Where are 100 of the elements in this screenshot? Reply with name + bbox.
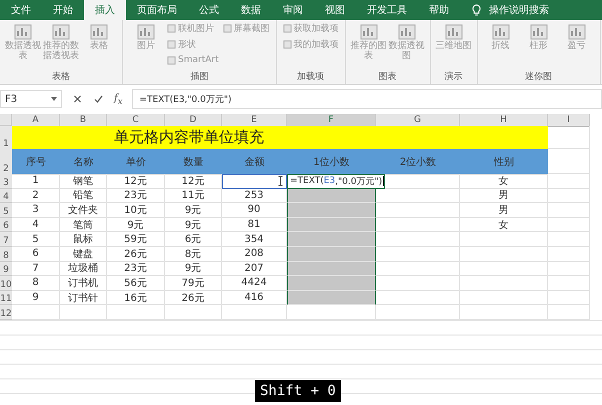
checkmark-icon[interactable] — [93, 94, 104, 104]
empty-cell — [548, 188, 590, 204]
table-cell: 23元 — [107, 262, 165, 276]
row-header[interactable]: 11 — [0, 290, 12, 306]
table-cell: 2 — [12, 188, 60, 204]
name-box[interactable]: F3 — [0, 90, 62, 108]
table-cell: 79元 — [165, 276, 222, 291]
ribbon-tab[interactable]: 开始 — [42, 0, 84, 20]
square-icon — [282, 24, 292, 32]
square-icon — [222, 24, 232, 32]
column-heading: 性别 — [460, 149, 548, 175]
formula-input[interactable]: =TEXT(E3,"0.0万元") — [132, 89, 602, 109]
row-header[interactable]: 2 — [0, 149, 12, 175]
selected-cell[interactable] — [287, 188, 376, 204]
dropdown-arrow-icon[interactable] — [51, 97, 57, 101]
empty-cell — [548, 203, 590, 218]
ribbon-tab[interactable]: 审阅 — [272, 0, 314, 20]
table-cell: 10元 — [107, 203, 165, 218]
row-header[interactable]: 7 — [0, 232, 12, 247]
square-icon — [282, 40, 292, 48]
editing-cell[interactable]: =TEXT(E3,"0.0万元") — [287, 174, 386, 189]
table-cell: 8元 — [165, 246, 222, 262]
column-header[interactable]: I — [548, 114, 590, 127]
selected-cell[interactable] — [287, 203, 376, 218]
table-cell: 9元 — [107, 218, 165, 232]
ribbon-group-label: 插图 — [189, 70, 210, 82]
tell-me-search[interactable]: 操作说明搜索 — [489, 3, 549, 17]
ribbon-group-label: 图表 — [378, 70, 398, 82]
row-header[interactable]: 6 — [0, 218, 12, 232]
table-cell: 11元 — [165, 188, 222, 204]
ribbon-tab[interactable]: 插入 — [84, 0, 126, 20]
table-cell: 女 — [460, 174, 548, 189]
row-header[interactable]: 8 — [0, 246, 12, 262]
ribbon-group-label: 加载项 — [296, 70, 326, 82]
table-cell: 3 — [12, 203, 60, 218]
table-cell: 12元 — [165, 174, 222, 189]
empty-cell — [222, 305, 287, 320]
column-header[interactable]: H — [460, 114, 548, 127]
table-cell: 男 — [460, 203, 548, 218]
table-cell: 垃圾桶 — [60, 262, 107, 276]
table-cell: 铅笔 — [60, 188, 107, 204]
empty-cell — [548, 290, 590, 306]
table-cell: 7 — [12, 262, 60, 276]
row-header[interactable]: 9 — [0, 262, 12, 276]
table-cell: 6 — [12, 246, 60, 262]
row-header[interactable]: 12 — [0, 305, 12, 320]
ribbon-tab[interactable]: 帮助 — [418, 0, 460, 20]
column-heading: 序号 — [12, 149, 60, 175]
column-header[interactable]: D — [165, 114, 222, 127]
column-header[interactable]: A — [12, 114, 60, 127]
empty-cell — [548, 276, 590, 291]
column-header[interactable]: B — [60, 114, 107, 127]
table-cell: 1 — [12, 174, 60, 189]
selected-cell[interactable] — [287, 276, 376, 291]
selected-cell[interactable] — [287, 246, 376, 262]
table-cell: 键盘 — [60, 246, 107, 262]
chart-icon — [136, 22, 156, 42]
table-cell: 23元 — [107, 188, 165, 204]
empty-cell — [548, 218, 590, 232]
ribbon-tab[interactable]: 视图 — [314, 0, 356, 20]
selected-cell[interactable] — [287, 232, 376, 247]
empty-cell — [548, 174, 590, 189]
square-icon — [167, 40, 176, 48]
column-heading: 名称 — [60, 149, 107, 175]
empty-cell — [548, 305, 590, 320]
sheet-title: 单元格内容带单位填充 — [12, 126, 548, 150]
row-header[interactable]: 4 — [0, 188, 12, 204]
lightbulb-icon[interactable] — [472, 4, 481, 16]
table-cell: 笔筒 — [60, 218, 107, 232]
column-header[interactable]: G — [376, 114, 460, 127]
empty-cell — [60, 305, 107, 320]
table-cell: 男 — [460, 188, 548, 204]
row-header[interactable]: 5 — [0, 203, 12, 218]
ribbon-tab[interactable]: 数据 — [230, 0, 272, 20]
table-cell: 订书针 — [60, 290, 107, 306]
selected-cell[interactable] — [287, 290, 376, 306]
ribbon-tab[interactable]: 页面布局 — [126, 0, 188, 20]
table-cell: 26元 — [107, 246, 165, 262]
column-header[interactable]: E — [222, 114, 287, 127]
square-icon — [167, 24, 176, 32]
row-header[interactable]: 3 — [0, 174, 12, 189]
column-heading: 单价 — [107, 149, 165, 175]
ribbon-tab[interactable]: 开发工具 — [356, 0, 418, 20]
selected-cell[interactable] — [287, 218, 376, 232]
empty-cell — [107, 305, 165, 320]
insert-function-button[interactable]: f$_{x}$ — [114, 92, 122, 106]
selected-cell[interactable] — [287, 262, 376, 276]
ribbon-tab[interactable]: 公式 — [188, 0, 230, 20]
chart-icon — [528, 22, 549, 42]
column-header[interactable]: C — [107, 114, 165, 127]
row-header[interactable]: 1 — [0, 126, 12, 150]
chart-icon — [444, 22, 464, 42]
table-cell: 女 — [460, 218, 548, 232]
ribbon-tab[interactable]: 文件 — [0, 0, 42, 20]
ribbon-group-label: 表格 — [51, 70, 71, 82]
row-header[interactable]: 10 — [0, 276, 12, 291]
table-cell: 8 — [12, 276, 60, 291]
table-cell: 6元 — [165, 232, 222, 247]
cancel-icon[interactable] — [72, 94, 83, 104]
referenced-cell[interactable] — [222, 174, 287, 189]
